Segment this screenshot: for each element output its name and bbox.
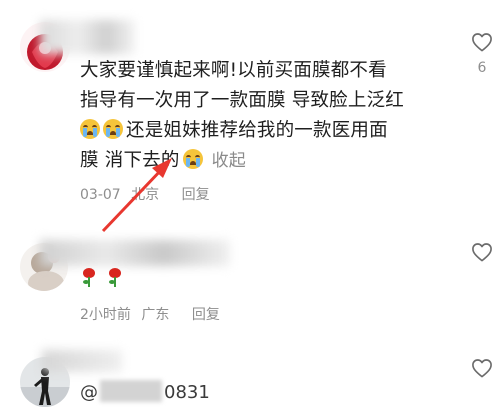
heart-icon (472, 243, 492, 262)
username-blurred (42, 350, 122, 372)
reply-button[interactable]: 回复 (192, 307, 220, 323)
rose-icon (106, 267, 124, 287)
comment-meta: 2小时前 广东 回复 (80, 304, 220, 324)
like-button[interactable]: 6 (471, 32, 493, 76)
comment-line: 膜 消下去的 收起 (80, 149, 246, 171)
comment-meta: 03-07 北京 回复 (80, 184, 210, 204)
collapse-link[interactable]: 收起 (212, 151, 246, 171)
crying-emoji-icon (182, 149, 203, 169)
heart-icon (472, 359, 492, 378)
rose-icon (80, 267, 98, 287)
like-count: 6 (477, 60, 487, 76)
comment-date: 03-07 (80, 187, 121, 203)
username-blurred (40, 240, 230, 266)
crying-emoji-icon (80, 119, 100, 139)
comment-location: 广东 (141, 307, 170, 323)
heart-icon (472, 33, 492, 52)
crying-emoji-icon (103, 119, 123, 139)
comment-line: 指导有一次用了一款面膜 导致脸上泛红 (80, 90, 404, 111)
comment-text[interactable]: @0831 (80, 380, 210, 403)
like-button[interactable] (471, 242, 493, 262)
comment-text[interactable] (80, 267, 132, 292)
comment-location: 北京 (131, 187, 160, 203)
reply-button[interactable]: 回复 (182, 187, 210, 203)
comment-text[interactable]: 大家要谨慎起来啊!以前买面膜都不看 指导有一次用了一款面膜 导致脸上泛红 还是姐… (80, 56, 440, 176)
comment-line: 还是姐妹推荐给我的一款医用面 (80, 116, 440, 146)
like-button[interactable] (471, 358, 493, 378)
username-blurred (40, 20, 135, 54)
comment-line: 大家要谨慎起来啊!以前买面膜都不看 (80, 60, 387, 81)
username-mask (100, 380, 162, 402)
comment-time: 2小时前 (80, 307, 131, 323)
